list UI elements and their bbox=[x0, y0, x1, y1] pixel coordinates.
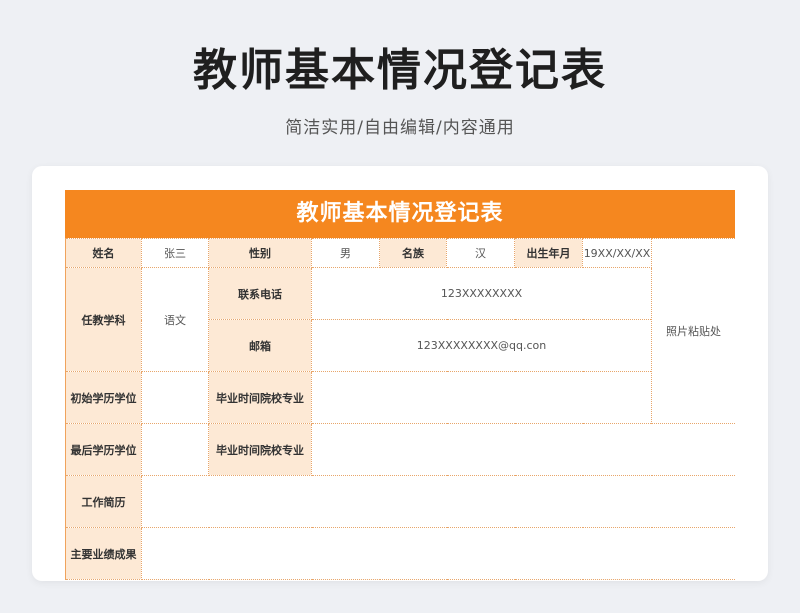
achievements-value[interactable] bbox=[141, 527, 735, 580]
gender-value[interactable]: 男 bbox=[311, 238, 380, 268]
ethnicity-value[interactable]: 汉 bbox=[446, 238, 515, 268]
table-row: 任教学科 语文 联系电话 123XXXXXXXX bbox=[65, 267, 736, 372]
name-label: 姓名 bbox=[65, 238, 142, 268]
subject-label: 任教学科 bbox=[65, 267, 142, 372]
ethnicity-label: 名族 bbox=[379, 238, 447, 268]
final-degree-value[interactable] bbox=[141, 423, 209, 476]
table-row: 主要业绩成果 bbox=[65, 527, 735, 580]
photo-placeholder[interactable]: 照片粘贴处 bbox=[651, 238, 735, 424]
work-history-label: 工作简历 bbox=[65, 475, 142, 528]
table-row: 最后学历学位 毕业时间院校专业 bbox=[65, 423, 735, 476]
form-card: 教师基本情况登记表 姓名 张三 性别 男 名族 汉 出生年月 19XX/XX/X… bbox=[32, 166, 768, 581]
final-graduation-label: 毕业时间院校专业 bbox=[208, 423, 312, 476]
email-value[interactable]: 123XXXXXXXX@qq.con bbox=[311, 319, 652, 372]
form-table: 姓名 张三 性别 男 名族 汉 出生年月 19XX/XX/XX 照片粘贴处 任教… bbox=[65, 238, 735, 580]
phone-value[interactable]: 123XXXXXXXX bbox=[311, 267, 652, 320]
phone-label: 联系电话 bbox=[208, 267, 312, 320]
registration-form: 教师基本情况登记表 姓名 张三 性别 男 名族 汉 出生年月 19XX/XX/X… bbox=[65, 190, 735, 581]
initial-graduation-value[interactable] bbox=[311, 371, 652, 424]
initial-graduation-label: 毕业时间院校专业 bbox=[208, 371, 312, 424]
achievements-label: 主要业绩成果 bbox=[65, 527, 142, 580]
form-header: 教师基本情况登记表 bbox=[65, 190, 735, 238]
table-row: 姓名 张三 性别 男 名族 汉 出生年月 19XX/XX/XX 照片粘贴处 bbox=[65, 238, 735, 424]
birth-label: 出生年月 bbox=[514, 238, 583, 268]
name-value[interactable]: 张三 bbox=[141, 238, 209, 268]
page-title: 教师基本情况登记表 bbox=[193, 45, 607, 96]
final-degree-label: 最后学历学位 bbox=[65, 423, 142, 476]
table-row: 工作简历 bbox=[65, 475, 735, 528]
table-row: 初始学历学位 毕业时间院校专业 bbox=[65, 371, 736, 424]
page: 教师基本情况登记表 简洁实用/自由编辑/内容通用 教师基本情况登记表 姓名 张三… bbox=[0, 0, 800, 613]
initial-degree-label: 初始学历学位 bbox=[65, 371, 142, 424]
email-label: 邮箱 bbox=[208, 319, 312, 372]
initial-degree-value[interactable] bbox=[141, 371, 209, 424]
subject-value[interactable]: 语文 bbox=[141, 267, 209, 372]
page-subtitle: 简洁实用/自由编辑/内容通用 bbox=[285, 118, 515, 138]
gender-label: 性别 bbox=[208, 238, 312, 268]
birth-value[interactable]: 19XX/XX/XX bbox=[582, 238, 652, 268]
work-history-value[interactable] bbox=[141, 475, 735, 528]
final-graduation-value[interactable] bbox=[311, 423, 735, 476]
